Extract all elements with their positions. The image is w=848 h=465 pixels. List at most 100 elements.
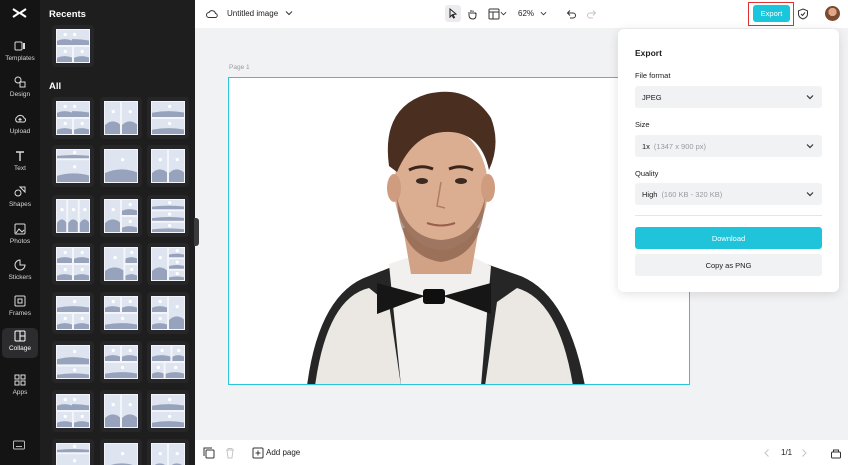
all-heading: All (49, 81, 62, 92)
collage-template[interactable] (100, 292, 142, 334)
shield-icon[interactable] (797, 8, 809, 20)
rail-item-frames[interactable]: Frames (2, 293, 38, 325)
collage-template[interactable] (100, 145, 142, 187)
collage-layout-preview (151, 247, 185, 281)
rail-item-photos[interactable]: Photos (2, 221, 38, 253)
collage-layout-preview (151, 345, 185, 379)
chevron-down-icon[interactable] (540, 10, 547, 17)
size-select[interactable]: 1x (1347 x 900 px) (635, 135, 822, 157)
collage-template[interactable] (100, 341, 142, 383)
size-detail: (1347 x 900 px) (653, 141, 707, 151)
top-bar: Untitled image 62% Export (195, 0, 848, 28)
design-icon (14, 76, 26, 88)
collage-template[interactable] (147, 195, 189, 237)
collage-layout-preview (151, 443, 185, 465)
collage-template[interactable] (52, 439, 94, 465)
collage-template[interactable] (147, 390, 189, 432)
select-tool-button[interactable] (445, 5, 461, 22)
collage-layout-preview (151, 296, 185, 330)
rail-item-apps[interactable]: Apps (2, 372, 38, 404)
frames-icon (14, 295, 26, 307)
chevron-down-icon[interactable] (500, 10, 507, 17)
collage-template[interactable] (147, 145, 189, 187)
hand-icon[interactable] (466, 8, 478, 20)
avatar[interactable] (825, 6, 840, 21)
copy-as-png-button[interactable]: Copy as PNG (635, 254, 822, 276)
file-format-select[interactable]: JPEG (635, 86, 822, 108)
collage-layout-preview (104, 101, 138, 135)
panel-collapse-handle[interactable] (194, 218, 199, 246)
chevron-down-icon (806, 144, 814, 149)
collage-template[interactable] (52, 145, 94, 187)
collage-template[interactable] (100, 439, 142, 465)
collage-template[interactable] (100, 390, 142, 432)
recent-collage-template[interactable] (52, 25, 94, 67)
rail-label: Frames (8, 310, 32, 317)
delete-icon[interactable] (224, 447, 236, 459)
collage-panel: Recents All (40, 0, 195, 465)
rail-item-stickers[interactable]: Stickers (2, 257, 38, 289)
rail-item-collage[interactable]: Collage (2, 328, 38, 358)
collage-layout-preview (104, 345, 138, 379)
rail-label: Stickers (8, 274, 32, 281)
collage-template[interactable] (147, 97, 189, 139)
export-button[interactable]: Export (753, 5, 790, 22)
add-page-icon[interactable] (252, 447, 264, 459)
rail-label: Shapes (8, 201, 32, 208)
bottom-bar: Add page 1/1 (195, 440, 848, 465)
rail-item-text[interactable]: Text (2, 148, 38, 180)
stickers-icon (14, 259, 26, 271)
rail-item-shapes[interactable]: Shapes (2, 184, 38, 216)
quality-value: High (642, 189, 658, 199)
chevron-left-icon[interactable] (761, 447, 773, 459)
collage-template[interactable] (100, 243, 142, 285)
chevron-right-icon[interactable] (798, 447, 810, 459)
rail-label: Upload (9, 128, 31, 135)
collage-template[interactable] (147, 439, 189, 465)
chevron-down-icon[interactable] (285, 9, 293, 17)
collage-template[interactable] (52, 292, 94, 334)
collage-layout-preview (104, 394, 138, 428)
zoom-level[interactable]: 62% (518, 9, 534, 18)
collage-template[interactable] (52, 97, 94, 139)
quality-detail: (160 KB - 320 KB) (661, 189, 723, 199)
add-page-button[interactable]: Add page (266, 448, 300, 457)
popup-title: Export (635, 48, 662, 58)
collage-template[interactable] (147, 243, 189, 285)
collage-layout-preview (56, 443, 90, 465)
collage-layout-preview (56, 199, 90, 233)
duplicate-icon[interactable] (203, 447, 215, 459)
collage-layout-preview (151, 149, 185, 183)
collage-template[interactable] (52, 341, 94, 383)
collage-layout-preview (151, 101, 185, 135)
rail-label: Photos (9, 238, 31, 245)
collage-template[interactable] (100, 195, 142, 237)
collage-template[interactable] (52, 390, 94, 432)
cloud-icon[interactable] (206, 8, 218, 20)
capcut-logo[interactable] (11, 6, 28, 20)
rail-item-design[interactable]: Design (2, 74, 38, 106)
collage-layout-preview (56, 296, 90, 330)
collage-layout-preview (104, 443, 138, 465)
collage-template[interactable] (100, 97, 142, 139)
collage-template[interactable] (52, 195, 94, 237)
collage-template[interactable] (147, 292, 189, 334)
layout-icon[interactable] (488, 8, 500, 20)
recents-heading: Recents (49, 9, 86, 20)
collage-template[interactable] (52, 243, 94, 285)
rail-item-upload[interactable]: Upload (2, 111, 38, 143)
left-rail: Templates Design Upload Text Shapes Phot… (0, 0, 40, 465)
undo-icon[interactable] (565, 8, 577, 20)
collage-layout-preview (104, 149, 138, 183)
quality-label: Quality (635, 169, 659, 178)
collage-template[interactable] (147, 341, 189, 383)
shapes-icon (14, 186, 26, 197)
quality-select[interactable]: High (160 KB - 320 KB) (635, 183, 822, 205)
download-button[interactable]: Download (635, 227, 822, 249)
rail-item-templates[interactable]: Templates (2, 38, 38, 70)
redo-icon[interactable] (586, 8, 598, 20)
templates-icon (14, 41, 25, 51)
document-title[interactable]: Untitled image (227, 9, 278, 18)
layers-icon[interactable] (830, 447, 842, 459)
keyboard-icon[interactable] (13, 440, 25, 450)
